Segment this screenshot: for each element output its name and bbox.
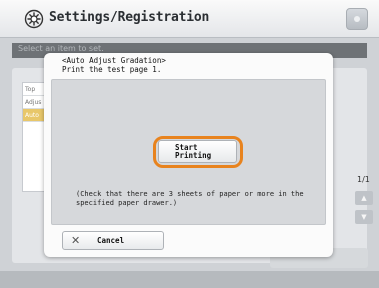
dialog-heading: <Auto Adjust Gradation> bbox=[62, 56, 166, 65]
footer-bar bbox=[0, 271, 379, 288]
top-right-button[interactable] bbox=[346, 8, 368, 30]
header-bar: Settings/Registration bbox=[0, 0, 379, 38]
paper-note: (Check that there are 3 sheets of paper … bbox=[76, 190, 304, 207]
subtitle-text: Select an item to set. bbox=[18, 44, 104, 53]
page-title: Settings/Registration bbox=[49, 10, 210, 25]
scroll-up-button[interactable]: ▲ bbox=[355, 191, 373, 205]
cancel-label: Cancel bbox=[97, 236, 125, 245]
gear-icon bbox=[24, 9, 44, 29]
scroll-down-button[interactable]: ▼ bbox=[355, 210, 373, 224]
dot-icon bbox=[354, 16, 360, 22]
dialog-instruction: Print the test page 1. bbox=[62, 65, 162, 74]
confirm-dialog: <Auto Adjust Gradation> Print the test p… bbox=[44, 53, 333, 257]
dialog-message: <Auto Adjust Gradation> Print the test p… bbox=[62, 56, 166, 74]
start-printing-label: Start Printing bbox=[175, 143, 212, 160]
page-indicator: 1/1 bbox=[357, 175, 370, 184]
start-printing-button[interactable]: Start Printing bbox=[158, 140, 237, 163]
close-icon: ✕ bbox=[71, 234, 81, 247]
cancel-button[interactable]: ✕ Cancel bbox=[62, 231, 164, 250]
